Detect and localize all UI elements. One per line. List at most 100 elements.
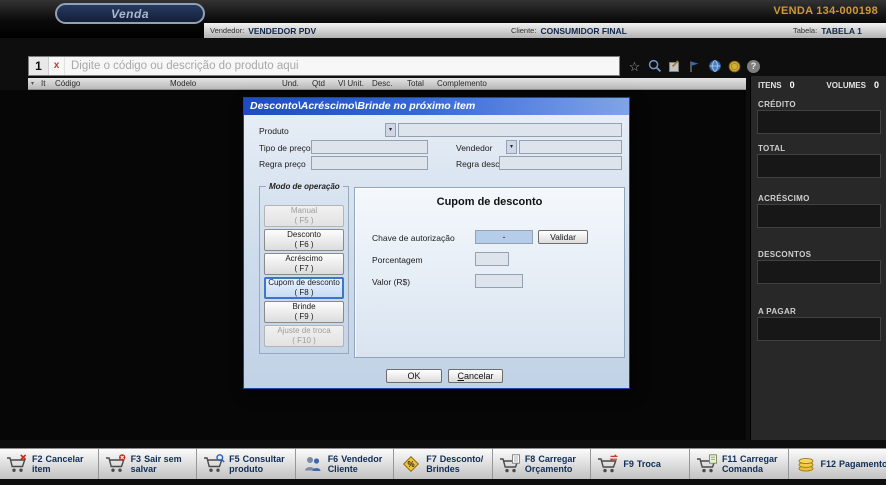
desconto-dialog: Desconto\Acréscimo\Brinde no próximo ite… — [243, 97, 630, 389]
acrescimo-button-key: ( F7 ) — [294, 264, 313, 274]
a-pagar-value-box — [757, 317, 881, 341]
toolbar-key: F6 — [328, 454, 339, 464]
col-it: It — [41, 79, 45, 88]
sort-marker-icon: ▾ — [31, 80, 34, 87]
cliente-info: Cliente: CONSUMIDOR FINAL — [511, 23, 627, 38]
chave-autorizacao-input[interactable]: - — [475, 230, 533, 244]
col-total: Total — [407, 79, 424, 88]
volumes-counter: VOLUMES 0 — [826, 80, 879, 90]
items-table-header: ▾ It Código Modelo Und. Qtd Vl Unit. Des… — [28, 78, 746, 90]
produto-input[interactable] — [398, 123, 622, 137]
cupom-panel-title: Cupom de desconto — [355, 196, 624, 208]
toolbar-button-f3-sair-sem-salvar[interactable]: F3Sair sem salvar — [98, 449, 197, 479]
load-tab-cart-icon — [696, 454, 718, 474]
credito-label: CRÉDITO — [758, 100, 796, 109]
modo-operacao-legend: Modo de operação — [266, 182, 343, 191]
dialog-title: Desconto\Acréscimo\Brinde no próximo ite… — [250, 100, 475, 112]
manual-button-key: ( F5 ) — [294, 216, 313, 226]
brinde-button[interactable]: Brinde ( F9 ) — [264, 301, 344, 323]
credito-value-box — [757, 110, 881, 134]
valor-input[interactable] — [475, 274, 523, 288]
venda-tab[interactable]: Venda — [55, 3, 205, 24]
cupom-desconto-panel: Cupom de desconto Chave de autorização -… — [354, 187, 625, 358]
produto-lookup-button[interactable]: ▾ — [385, 123, 396, 137]
toolbar-key: F8 — [525, 454, 536, 464]
flag-icon[interactable] — [687, 59, 702, 74]
dialog-title-bar[interactable]: Desconto\Acréscimo\Brinde no próximo ite… — [244, 98, 629, 115]
ok-button[interactable]: OK — [386, 369, 442, 383]
product-search-input[interactable] — [65, 60, 619, 72]
toolbar-key: F11 — [722, 454, 737, 464]
search-toolbar: ☆ ? — [627, 58, 760, 74]
product-search-cart-icon — [203, 454, 225, 474]
brinde-button-label: Brinde — [292, 302, 315, 312]
ajuste-button-label: Ajuste de troca — [277, 326, 330, 336]
vendedor-info: Vendedor: VENDEDOR PDV — [210, 23, 316, 38]
toolbar-button-f2-cancelar-item[interactable]: F2Cancelar item — [0, 449, 98, 479]
toolbar-button-f6-vendedor-cliente[interactable]: F6Vendedor Cliente — [295, 449, 394, 479]
desconto-button-label: Desconto — [287, 230, 321, 240]
vendedor-field-input[interactable] — [519, 140, 622, 154]
col-modelo: Modelo — [170, 79, 196, 88]
svg-text:%: % — [408, 460, 415, 469]
toolbar-button-text: F3Sair sem salvar — [131, 454, 197, 475]
total-value-box — [757, 154, 881, 178]
coin-icon[interactable] — [727, 59, 742, 74]
desconto-button[interactable]: Desconto ( F6 ) — [264, 229, 344, 251]
acrescimo-label: ACRÉSCIMO — [758, 194, 810, 203]
cupom-button-label: Cupom de desconto — [268, 278, 340, 288]
cupom-button-key: ( F8 ) — [294, 288, 313, 298]
porcentagem-input[interactable] — [475, 252, 509, 266]
porcentagem-label: Porcentagem — [372, 255, 423, 265]
col-codigo: Código — [55, 79, 80, 88]
toolbar-button-text: F7Desconto/ Brindes — [426, 454, 492, 475]
payments-money-icon — [795, 454, 817, 474]
itens-label: ITENS — [758, 81, 782, 90]
vendedor-lookup-button[interactable]: ▾ — [506, 140, 517, 154]
modo-operacao-group: Modo de operação Manual ( F5 ) Desconto … — [259, 186, 349, 354]
info-bar: Vendedor: VENDEDOR PDV Cliente: CONSUMID… — [204, 23, 886, 38]
toolbar-button-f9-troca[interactable]: F9Troca — [590, 449, 689, 479]
toolbar-key: F2 — [32, 454, 43, 464]
chave-autorizacao-label: Chave de autorização — [372, 233, 455, 243]
toolbar-key: F3 — [131, 454, 142, 464]
acrescimo-button-label: Acréscimo — [285, 254, 322, 264]
toolbar-label: Pagamentos — [839, 459, 886, 469]
validar-button[interactable]: Validar — [538, 230, 588, 244]
cupom-desconto-button[interactable]: Cupom de desconto ( F8 ) — [264, 277, 344, 299]
toolbar-button-f11-carregar-comanda[interactable]: F11Carregar Comanda — [689, 449, 788, 479]
descontos-value-box — [757, 260, 881, 284]
toolbar-key: F12 — [821, 459, 837, 469]
cancelar-button[interactable]: Cancelar — [448, 369, 503, 383]
acrescimo-button[interactable]: Acréscimo ( F7 ) — [264, 253, 344, 275]
toolbar-button-f5-consultar-produto[interactable]: F5Consultar produto — [196, 449, 295, 479]
tipo-preco-input[interactable] — [311, 140, 428, 154]
toolbar-button-text: F8Carregar Orçamento — [525, 454, 591, 475]
toolbar-button-f8-carregar-orcamento[interactable]: F8Carregar Orçamento — [492, 449, 591, 479]
produto-label: Produto — [259, 126, 289, 136]
edit-icon[interactable] — [667, 59, 682, 74]
product-search-group: 1 x — [28, 56, 620, 76]
help-icon[interactable]: ? — [747, 60, 760, 73]
exchange-cart-icon — [597, 454, 619, 474]
favorite-star-icon[interactable]: ☆ — [627, 59, 642, 74]
toolbar-key: F7 — [426, 454, 437, 464]
toolbar-button-f12-pagamentos[interactable]: F12Pagamentos — [788, 449, 886, 479]
toolbar-button-text: F9Troca — [623, 459, 661, 469]
vendedor-label: Vendedor: — [210, 26, 244, 35]
vendedor-value: VENDEDOR PDV — [248, 26, 316, 36]
item-index: 1 — [29, 57, 49, 75]
tabela-label: Tabela: — [793, 26, 817, 35]
clear-search-button[interactable]: x — [49, 57, 65, 75]
regra-desc-input[interactable] — [499, 156, 622, 170]
toolbar-button-f7-desconto-brindes[interactable]: % F7Desconto/ Brindes — [393, 449, 492, 479]
tipo-preco-label: Tipo de preço — [259, 143, 311, 153]
acrescimo-value-box — [757, 204, 881, 228]
ajuste-troca-button: Ajuste de troca ( F10 ) — [264, 325, 344, 347]
regra-preco-input[interactable] — [311, 156, 428, 170]
counters-row: ITENS 0 VOLUMES 0 — [751, 80, 886, 90]
search-zoom-icon[interactable] — [647, 59, 662, 74]
exit-cart-icon — [105, 454, 127, 474]
itens-counter: ITENS 0 — [758, 80, 795, 90]
globe-icon[interactable] — [707, 59, 722, 74]
